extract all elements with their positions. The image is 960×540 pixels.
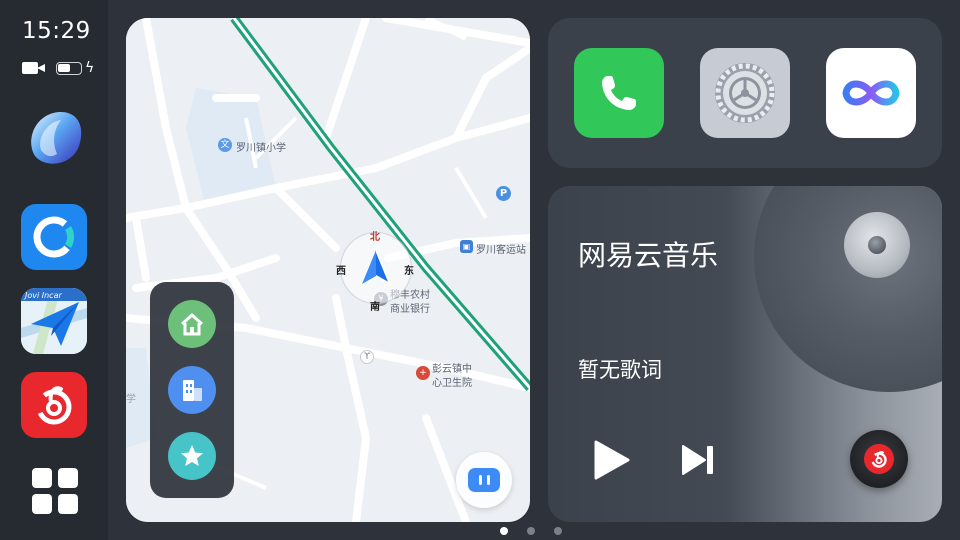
phone-app[interactable] (574, 48, 664, 138)
compass-south: 南 (370, 302, 380, 313)
next-track-icon (682, 445, 713, 475)
phone-icon (602, 76, 636, 110)
carplay-home-screen: 15:29 ϟ Jovi Incar 文 罗川镇小学 P ▣ 罗川客运站 穆丰农… (0, 0, 960, 540)
map-label-school: 罗川镇小学 (236, 143, 286, 154)
home-icon (180, 313, 204, 336)
compass[interactable]: 北 南 西 东 (336, 232, 414, 313)
star-icon (181, 445, 203, 466)
jovi-incar-navigation-app[interactable]: Jovi Incar (21, 288, 87, 354)
page-dot-1[interactable] (500, 527, 508, 535)
map-label-bus-station: 罗川客运站 (476, 245, 526, 256)
c-ring-icon (33, 216, 75, 258)
next-track-button[interactable] (680, 444, 716, 476)
page-indicator[interactable] (500, 527, 562, 535)
compass-west: 西 (336, 266, 346, 277)
compass-north: 北 (370, 232, 380, 243)
jovi-assistant-app[interactable] (21, 106, 87, 172)
jovi-app[interactable] (826, 48, 916, 138)
netease-mini-logo[interactable] (850, 430, 908, 488)
voice-assistant-icon (468, 468, 500, 492)
bus-station-poi-icon[interactable]: ▣ (460, 240, 473, 253)
paper-plane-map-icon: Jovi Incar (21, 288, 87, 354)
vinyl-disc (754, 186, 942, 392)
grid-icon[interactable] (32, 468, 78, 514)
music-widget[interactable]: 网易云音乐 暂无歌词 (548, 186, 942, 522)
connect-app[interactable] (21, 204, 87, 270)
school-poi-icon[interactable]: 文 (218, 138, 232, 152)
music-app-title: 网易云音乐 (578, 239, 719, 272)
charging-icon: ϟ (85, 60, 95, 76)
company-button[interactable] (168, 366, 216, 414)
compass-east: 东 (404, 266, 414, 277)
page-dot-2[interactable] (527, 527, 535, 535)
telecom-poi-icon[interactable]: ϒ (360, 350, 374, 364)
settings-app[interactable] (700, 48, 790, 138)
voice-assistant-button[interactable] (456, 452, 512, 508)
app-dock: 15:29 ϟ Jovi Incar (0, 0, 108, 540)
play-icon (594, 440, 630, 480)
status-time: 15:29 (22, 18, 91, 44)
netease-music-app[interactable] (21, 372, 87, 438)
battery-icon (56, 61, 82, 75)
hospital-poi-icon[interactable]: + (416, 366, 430, 380)
parking-poi-icon[interactable]: P (496, 186, 511, 201)
favorites-button[interactable] (168, 432, 216, 480)
location-arrow-icon (360, 248, 392, 287)
map-quick-panel (150, 282, 234, 498)
map-label-edge: 学 (126, 394, 136, 405)
netease-music-icon (36, 386, 72, 425)
status-icons: ϟ (22, 60, 94, 76)
home-button[interactable] (168, 300, 216, 348)
shortcuts-widget (548, 18, 942, 168)
map-label-hospital-1: 彭云镇中 (432, 364, 472, 375)
gear-icon (715, 63, 775, 123)
jovi-orb-icon (31, 111, 82, 164)
netease-music-icon (864, 444, 894, 474)
camera-icon (22, 61, 46, 75)
map-widget[interactable]: 文 罗川镇小学 P ▣ 罗川客运站 ¥ 穆丰农村 商业银行 ϒ + 彭云镇中 心… (126, 18, 530, 522)
page-dot-3[interactable] (554, 527, 562, 535)
play-button[interactable] (592, 440, 632, 480)
svg-text:Jovi Incar: Jovi Incar (23, 291, 62, 300)
infinity-icon (842, 80, 900, 106)
building-icon (183, 380, 202, 401)
music-lyric: 暂无歌词 (578, 358, 662, 382)
map-label-hospital-2: 心卫生院 (432, 378, 472, 389)
